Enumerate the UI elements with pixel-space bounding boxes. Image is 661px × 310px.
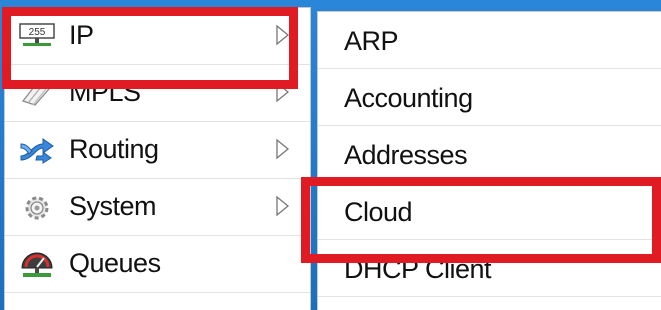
submenu-arrow-icon bbox=[274, 138, 292, 160]
submenu-item-addresses[interactable]: Addresses bbox=[318, 126, 661, 183]
queue-gauge-icon bbox=[19, 250, 55, 277]
menu-item-queues[interactable]: Queues bbox=[5, 236, 310, 293]
submenu-arrow-icon bbox=[274, 195, 292, 217]
submenu-item-label: DHCP Client bbox=[344, 254, 492, 284]
gear-icon bbox=[19, 193, 55, 220]
menu-item-label: System bbox=[69, 191, 157, 221]
menu-item-mpls[interactable]: MPLS bbox=[5, 65, 310, 122]
menu-item-label: MPLS bbox=[69, 77, 141, 107]
submenu-item-dhcp-client[interactable]: DHCP Client bbox=[318, 240, 661, 297]
submenu-item-arp[interactable]: ARP bbox=[318, 12, 661, 69]
submenu-item-label: Cloud bbox=[344, 197, 413, 227]
menu-item-label: IP bbox=[69, 20, 94, 50]
submenu-item-label: Accounting bbox=[344, 83, 473, 113]
submenu-item-label: Addresses bbox=[344, 140, 468, 170]
main-menu: 255 IP MPLS Routing System Queues bbox=[5, 8, 310, 310]
submenu-arrow-icon bbox=[274, 24, 292, 46]
submenu-arrow-icon bbox=[274, 81, 292, 103]
mpls-tags-icon bbox=[19, 79, 55, 106]
ip-address-icon: 255 bbox=[19, 22, 55, 48]
ip-submenu: ARP Accounting Addresses Cloud DHCP Clie… bbox=[318, 12, 661, 310]
submenu-item-cloud[interactable]: Cloud bbox=[318, 183, 661, 240]
routing-arrows-icon bbox=[19, 136, 55, 164]
menu-item-system[interactable]: System bbox=[5, 179, 310, 236]
submenu-item-accounting[interactable]: Accounting bbox=[318, 69, 661, 126]
menu-item-routing[interactable]: Routing bbox=[5, 122, 310, 179]
menu-item-label: Queues bbox=[69, 248, 161, 278]
submenu-item-label: ARP bbox=[344, 26, 399, 56]
svg-text:255: 255 bbox=[29, 27, 46, 38]
menu-item-label: Routing bbox=[69, 134, 159, 164]
menu-item-ip[interactable]: 255 IP bbox=[5, 8, 310, 65]
